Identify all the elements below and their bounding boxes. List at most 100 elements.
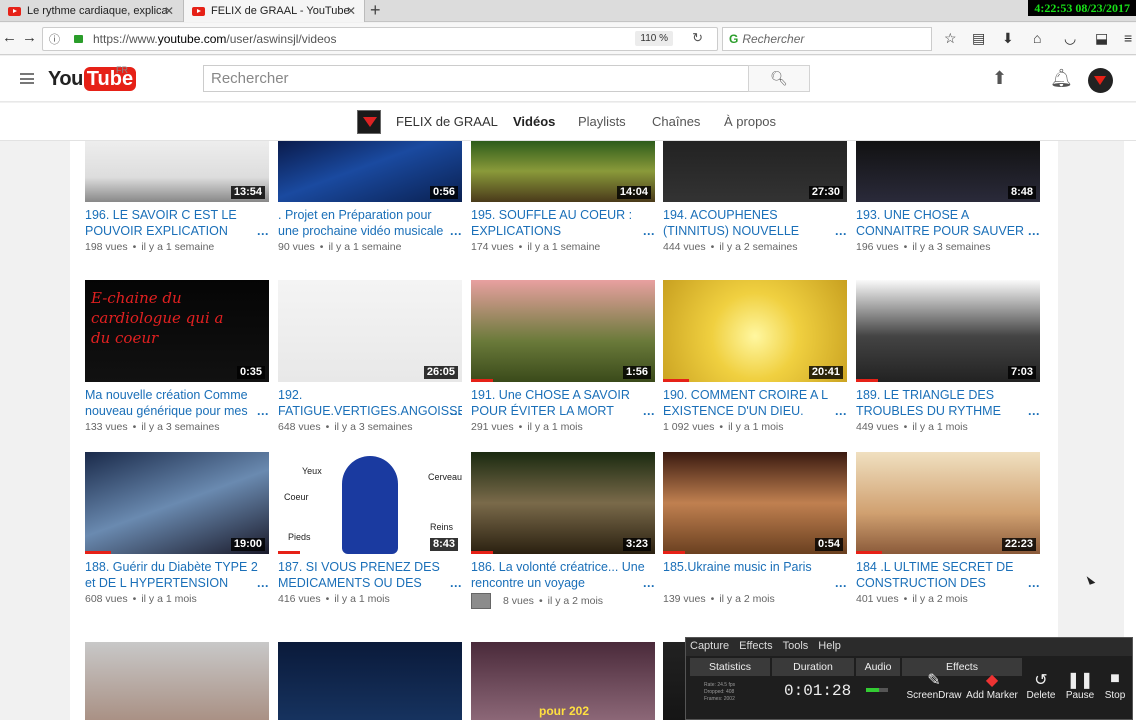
video-title[interactable]: 196. LE SAVOIR C EST LE POUVOIR EXPLICAT…: [85, 207, 269, 239]
more-actions-icon[interactable]: …: [450, 223, 463, 239]
video-thumbnail[interactable]: pour 202: [471, 642, 655, 720]
video-card[interactable]: 13:54 196. LE SAVOIR C EST LE POUVOIR EXP…: [85, 141, 269, 253]
audio-level-meter[interactable]: [866, 688, 888, 692]
video-thumbnail[interactable]: 7:03: [856, 280, 1040, 382]
new-tab-icon[interactable]: +: [370, 0, 381, 20]
more-actions-icon[interactable]: …: [257, 403, 270, 419]
video-title[interactable]: 187. SI VOUS PRENEZ DES MEDICAMENTS OU D…: [278, 559, 462, 591]
video-title[interactable]: 191. Une CHOSE A SAVOIR POUR ÉVITER LA M…: [471, 387, 655, 419]
upload-icon[interactable]: ⬆: [992, 68, 1007, 89]
tab-playlists[interactable]: Playlists: [578, 114, 626, 129]
more-actions-icon[interactable]: …: [835, 223, 848, 239]
zoom-level[interactable]: 110 %: [635, 31, 673, 46]
video-thumbnail[interactable]: 27:30: [663, 141, 847, 202]
download-icon[interactable]: ⬇: [1002, 30, 1014, 47]
forward-icon[interactable]: →: [22, 29, 37, 46]
video-thumbnail[interactable]: 1:56: [471, 280, 655, 382]
video-title[interactable]: 192. FATIGUE.VERTIGES.ANGOISSE.…: [278, 387, 462, 419]
browser-tab-2[interactable]: FELIX de GRAAL - YouTube ✕: [183, 0, 365, 22]
reload-icon[interactable]: ↻: [692, 30, 703, 46]
account-avatar[interactable]: [1088, 68, 1113, 93]
video-card[interactable]: [85, 642, 269, 720]
video-thumbnail[interactable]: 13:54: [85, 141, 269, 202]
video-card[interactable]: 19:00 188. Guérir du Diabète TYPE 2 et DE…: [85, 452, 269, 605]
video-title[interactable]: Ma nouvelle création Comme nouveau génér…: [85, 387, 269, 419]
video-thumbnail[interactable]: 0:54: [663, 452, 847, 554]
menu-tools[interactable]: Tools: [783, 640, 809, 654]
video-card[interactable]: 26:05 192. FATIGUE.VERTIGES.ANGOISSE.… 648…: [278, 280, 462, 433]
video-card[interactable]: 22:23 184 .L ULTIME SECRET DE CONSTRUCTIO…: [856, 452, 1040, 605]
more-actions-icon[interactable]: …: [1028, 575, 1041, 591]
video-card[interactable]: 7:03 189. LE TRIANGLE DES TROUBLES DU RYT…: [856, 280, 1040, 433]
menu-capture[interactable]: Capture: [690, 640, 729, 654]
menu-effects[interactable]: Effects: [739, 640, 772, 654]
tab-channels[interactable]: Chaînes: [652, 114, 700, 129]
more-actions-icon[interactable]: …: [1028, 403, 1041, 419]
video-title[interactable]: 188. Guérir du Diabète TYPE 2 et DE L HY…: [85, 559, 269, 591]
video-title[interactable]: 194. ACOUPHENES (TINNITUS) NOUVELLE APPR…: [663, 207, 847, 239]
back-icon[interactable]: ←: [2, 29, 17, 46]
video-thumbnail[interactable]: 22:23: [856, 452, 1040, 554]
video-card[interactable]: 27:30 194. ACOUPHENES (TINNITUS) NOUVELLE…: [663, 141, 847, 253]
add-marker-button[interactable]: ◆ Add Marker: [964, 670, 1020, 701]
tab-about[interactable]: À propos: [724, 114, 776, 129]
video-thumbnail[interactable]: 0:56: [278, 141, 462, 202]
home-icon[interactable]: ⌂: [1033, 30, 1041, 46]
info-icon[interactable]: ⓘ: [49, 31, 60, 47]
video-card[interactable]: 3:23 186. La volonté créatrice... Une ren…: [471, 452, 655, 609]
more-actions-icon[interactable]: …: [643, 575, 656, 591]
youtube-logo[interactable]: You Tube FR: [48, 65, 137, 91]
channel-avatar[interactable]: [357, 110, 381, 134]
video-card[interactable]: 1:56 191. Une CHOSE A SAVOIR POUR ÉVITER …: [471, 280, 655, 433]
video-card[interactable]: 0:54 185.Ukraine music in Paris… 139 vues •…: [663, 452, 847, 605]
video-title[interactable]: 185.Ukraine music in Paris…: [663, 559, 847, 591]
channel-name[interactable]: FELIX de GRAAL: [396, 114, 498, 129]
delete-button[interactable]: ↺ Delete: [1024, 670, 1058, 701]
more-actions-icon[interactable]: …: [835, 403, 848, 419]
video-card[interactable]: 20:41 190. COMMENT CROIRE A L EXISTENCE D…: [663, 280, 847, 433]
page-scrollbar[interactable]: [1124, 141, 1136, 720]
video-thumbnail[interactable]: 3:23: [471, 452, 655, 554]
reading-list-icon[interactable]: ▤: [972, 30, 985, 47]
more-actions-icon[interactable]: …: [1028, 223, 1041, 239]
video-title[interactable]: 190. COMMENT CROIRE A L EXISTENCE D'UN D…: [663, 387, 847, 419]
screendraw-button[interactable]: ✎ ScreenDraw: [904, 670, 964, 701]
close-tab-icon[interactable]: ✕: [346, 4, 356, 18]
search-input[interactable]: Rechercher: [203, 65, 749, 92]
video-thumbnail[interactable]: [278, 642, 462, 720]
video-thumbnail[interactable]: 19:00: [85, 452, 269, 554]
video-title[interactable]: . Projet en Préparation pour une prochai…: [278, 207, 462, 239]
browser-tab-1[interactable]: Le rythme cardiaque, explica ✕: [0, 0, 182, 22]
search-button[interactable]: 🔍︎: [748, 65, 810, 92]
more-actions-icon[interactable]: …: [257, 223, 270, 239]
menu-icon[interactable]: ≡: [1124, 30, 1132, 46]
more-actions-icon[interactable]: …: [835, 575, 848, 591]
video-card[interactable]: 0:35 E-chaine du cardiologue qui a du coe…: [85, 280, 269, 433]
video-card[interactable]: [278, 642, 462, 720]
bookmark-star-icon[interactable]: ☆: [944, 30, 957, 47]
menu-help[interactable]: Help: [818, 640, 841, 654]
pause-button[interactable]: ❚❚ Pause: [1064, 670, 1096, 701]
video-card[interactable]: 8:48 193. UNE CHOSE A CONNAITRE POUR SAUV…: [856, 141, 1040, 253]
video-thumbnail[interactable]: 8:43 Yeux Cerveau Coeur Reins Pieds: [278, 452, 462, 554]
video-thumbnail[interactable]: 8:48: [856, 141, 1040, 202]
video-card[interactable]: 8:43 Yeux Cerveau Coeur Reins Pieds 187. SI VO…: [278, 452, 462, 605]
more-actions-icon[interactable]: …: [643, 403, 656, 419]
more-actions-icon[interactable]: …: [450, 575, 463, 591]
video-title[interactable]: 186. La volonté créatrice... Une rencont…: [471, 559, 655, 591]
address-bar[interactable]: ⓘ https://www.youtube.com/user/aswinsjl/…: [42, 27, 718, 51]
more-actions-icon[interactable]: …: [643, 223, 656, 239]
video-card[interactable]: 0:56 . Projet en Préparation pour une pro…: [278, 141, 462, 253]
video-title[interactable]: 189. LE TRIANGLE DES TROUBLES DU RYTHME…: [856, 387, 1040, 419]
video-title[interactable]: 195. SOUFFLE AU COEUR : EXPLICATIONS .IN…: [471, 207, 655, 239]
more-actions-icon[interactable]: …: [450, 403, 463, 419]
pocket-icon[interactable]: ◡: [1064, 30, 1076, 47]
stop-button[interactable]: ■ Stop: [1100, 670, 1130, 701]
video-title[interactable]: 184 .L ULTIME SECRET DE CONSTRUCTION DES…: [856, 559, 1040, 591]
video-title[interactable]: 193. UNE CHOSE A CONNAITRE POUR SAUVER D…: [856, 207, 1040, 239]
save-page-icon[interactable]: ⬓: [1095, 30, 1108, 47]
more-actions-icon[interactable]: …: [257, 575, 270, 591]
browser-search-box[interactable]: G Rechercher: [722, 27, 932, 51]
hamburger-menu-icon[interactable]: [20, 73, 34, 84]
video-thumbnail[interactable]: 14:04: [471, 141, 655, 202]
